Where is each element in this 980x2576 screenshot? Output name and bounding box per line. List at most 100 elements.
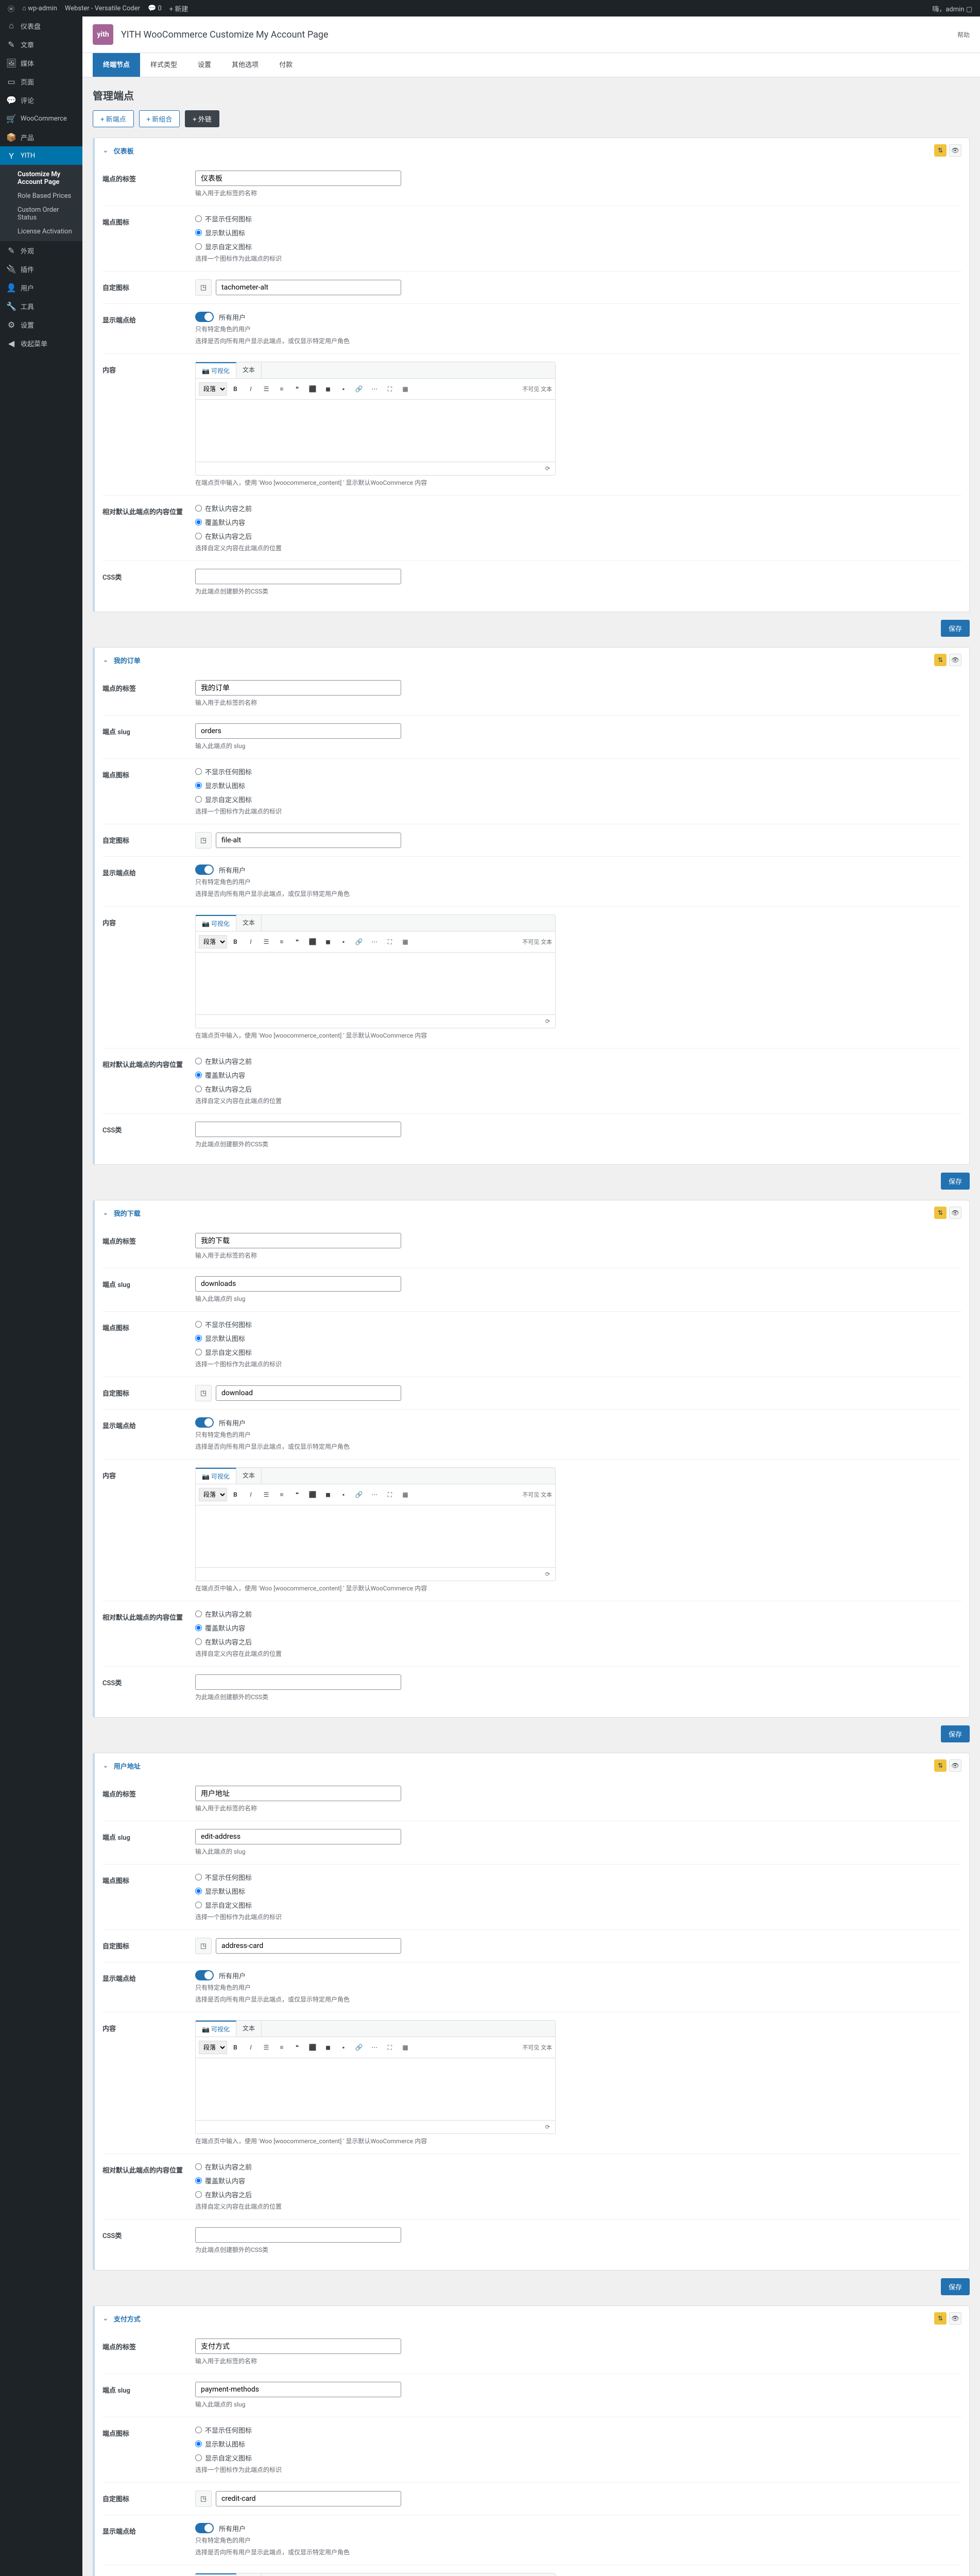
- icon-custom-radio[interactable]: 显示自定义图标: [195, 2453, 961, 2463]
- menu-item2-4[interactable]: ⚙设置: [0, 315, 82, 334]
- toolbar-toggle-icon[interactable]: ▦: [398, 1487, 412, 1502]
- save-button[interactable]: 保存: [941, 2278, 970, 2295]
- fullscreen-icon[interactable]: ⛶: [383, 1487, 397, 1502]
- toolbar-toggle-icon[interactable]: ▦: [398, 935, 412, 949]
- submenu-item-0[interactable]: Customize My Account Page: [0, 167, 82, 189]
- endpoint-header[interactable]: ⌄我的订单⇅👁: [95, 648, 969, 672]
- icon-none-radio[interactable]: 不显示任何图标: [195, 2425, 961, 2435]
- menu-item-4[interactable]: 💬评论: [0, 91, 82, 109]
- icon-input[interactable]: [216, 1385, 401, 1401]
- visibility-toggle[interactable]: [195, 1970, 214, 1980]
- align-center-icon[interactable]: ◼: [321, 1487, 335, 1502]
- editor-tab-visual[interactable]: 📷 可视化: [196, 362, 236, 378]
- editor-tab-visual[interactable]: 📷 可视化: [196, 915, 236, 931]
- pos-before-radio[interactable]: 在默认内容之前: [195, 1609, 961, 1619]
- menu-item2-2[interactable]: 👤用户: [0, 278, 82, 297]
- format-select[interactable]: 段落: [199, 935, 227, 948]
- menu-item2-1[interactable]: 🔌插件: [0, 260, 82, 278]
- drag-handle-icon[interactable]: ⇅: [934, 1207, 947, 1219]
- hide-icon[interactable]: 👁: [949, 2312, 961, 2325]
- icon-default-radio[interactable]: 显示默认图标: [195, 1886, 961, 1896]
- bold-icon[interactable]: B: [228, 935, 243, 949]
- pos-after-radio[interactable]: 在默认内容之后: [195, 2190, 961, 2199]
- align-left-icon[interactable]: ⬛: [305, 2040, 320, 2055]
- quote-icon[interactable]: ❝: [290, 1487, 304, 1502]
- icon-default-radio[interactable]: 显示默认图标: [195, 228, 961, 238]
- menu-item-2[interactable]: 🖼媒体: [0, 54, 82, 72]
- endpoint-slug-input[interactable]: [195, 1829, 401, 1844]
- visibility-toggle[interactable]: [195, 312, 214, 322]
- icon-none-radio[interactable]: 不显示任何图标: [195, 1319, 961, 1329]
- endpoint-slug-input[interactable]: [195, 723, 401, 739]
- editor-tab-visual[interactable]: 📷 可视化: [196, 2573, 236, 2576]
- endpoint-header[interactable]: ⌄我的下载⇅👁: [95, 1200, 969, 1225]
- endpoint-label-input[interactable]: [195, 2338, 401, 2354]
- editor-tab-visual[interactable]: 📷 可视化: [196, 1468, 236, 1484]
- bullet-list-icon[interactable]: ☰: [259, 2040, 273, 2055]
- visibility-toggle[interactable]: [195, 865, 214, 875]
- add-endpoint-button[interactable]: + 新端点: [93, 110, 134, 127]
- toolbar-toggle-icon[interactable]: ▦: [398, 382, 412, 396]
- bold-icon[interactable]: B: [228, 1487, 243, 1502]
- icon-custom-radio[interactable]: 显示自定义图标: [195, 242, 961, 251]
- endpoint-header[interactable]: ⌄仪表板⇅👁: [95, 138, 969, 163]
- pos-before-radio[interactable]: 在默认内容之前: [195, 503, 961, 513]
- help-link[interactable]: 帮助: [957, 30, 970, 39]
- align-center-icon[interactable]: ◼: [321, 935, 335, 949]
- endpoint-label-input[interactable]: [195, 680, 401, 696]
- italic-icon[interactable]: I: [244, 1487, 258, 1502]
- css-class-input[interactable]: [195, 569, 401, 584]
- hide-icon[interactable]: 👁: [949, 654, 961, 666]
- more-icon[interactable]: ⋯: [367, 1487, 382, 1502]
- number-list-icon[interactable]: ≡: [274, 935, 289, 949]
- align-right-icon[interactable]: ▪: [336, 1487, 351, 1502]
- site-link[interactable]: ⌂ wp-admin: [22, 4, 57, 12]
- icon-default-radio[interactable]: 显示默认图标: [195, 1333, 961, 1343]
- pos-override-radio[interactable]: 覆盖默认内容: [195, 1070, 961, 1080]
- menu-item-7[interactable]: YYITH: [0, 146, 82, 165]
- toolbar-toggle-icon[interactable]: ▦: [398, 2040, 412, 2055]
- link-icon[interactable]: 🔗: [352, 1487, 366, 1502]
- submenu-item-1[interactable]: Role Based Prices: [0, 189, 82, 203]
- pos-before-radio[interactable]: 在默认内容之前: [195, 2162, 961, 2172]
- endpoint-slug-input[interactable]: [195, 1276, 401, 1292]
- fullscreen-icon[interactable]: ⛶: [383, 382, 397, 396]
- menu-item-5[interactable]: 🛒WooCommerce: [0, 109, 82, 128]
- pos-override-radio[interactable]: 覆盖默认内容: [195, 517, 961, 527]
- icon-custom-radio[interactable]: 显示自定义图标: [195, 794, 961, 804]
- menu-item-3[interactable]: ▭页面: [0, 72, 82, 91]
- submenu-item-2[interactable]: Custom Order Status: [0, 203, 82, 225]
- editor-tab-text[interactable]: 文本: [236, 915, 262, 931]
- quote-icon[interactable]: ❝: [290, 2040, 304, 2055]
- bullet-list-icon[interactable]: ☰: [259, 382, 273, 396]
- editor-tab-visual[interactable]: 📷 可视化: [196, 2021, 236, 2037]
- format-select[interactable]: 段落: [199, 2041, 227, 2054]
- pos-after-radio[interactable]: 在默认内容之后: [195, 1084, 961, 1094]
- more-icon[interactable]: ⋯: [367, 935, 382, 949]
- add-group-button[interactable]: + 新组合: [139, 110, 180, 127]
- editor-textarea[interactable]: [196, 1505, 555, 1567]
- menu-item2-5[interactable]: ◀收起菜单: [0, 334, 82, 352]
- pos-after-radio[interactable]: 在默认内容之后: [195, 531, 961, 541]
- menu-item2-0[interactable]: ✎外观: [0, 241, 82, 260]
- quote-icon[interactable]: ❝: [290, 935, 304, 949]
- align-left-icon[interactable]: ⬛: [305, 1487, 320, 1502]
- tab-1[interactable]: 样式类型: [140, 53, 187, 77]
- save-button[interactable]: 保存: [941, 1725, 970, 1742]
- pos-override-radio[interactable]: 覆盖默认内容: [195, 1623, 961, 1633]
- editor-textarea[interactable]: [196, 953, 555, 1014]
- icon-none-radio[interactable]: 不显示任何图标: [195, 1872, 961, 1882]
- icon-input[interactable]: [216, 280, 401, 295]
- editor-tab-text[interactable]: 文本: [236, 2573, 262, 2576]
- link-icon[interactable]: 🔗: [352, 935, 366, 949]
- tab-4[interactable]: 付款: [269, 53, 303, 77]
- css-class-input[interactable]: [195, 2227, 401, 2243]
- editor-textarea[interactable]: [196, 400, 555, 462]
- endpoint-label-input[interactable]: [195, 1786, 401, 1801]
- editor-tab-text[interactable]: 文本: [236, 1468, 262, 1484]
- save-button[interactable]: 保存: [941, 620, 970, 637]
- format-select[interactable]: 段落: [199, 382, 227, 396]
- endpoint-slug-input[interactable]: [195, 2382, 401, 2397]
- comments-icon[interactable]: 💬 0: [148, 5, 162, 12]
- icon-input[interactable]: [216, 1938, 401, 1954]
